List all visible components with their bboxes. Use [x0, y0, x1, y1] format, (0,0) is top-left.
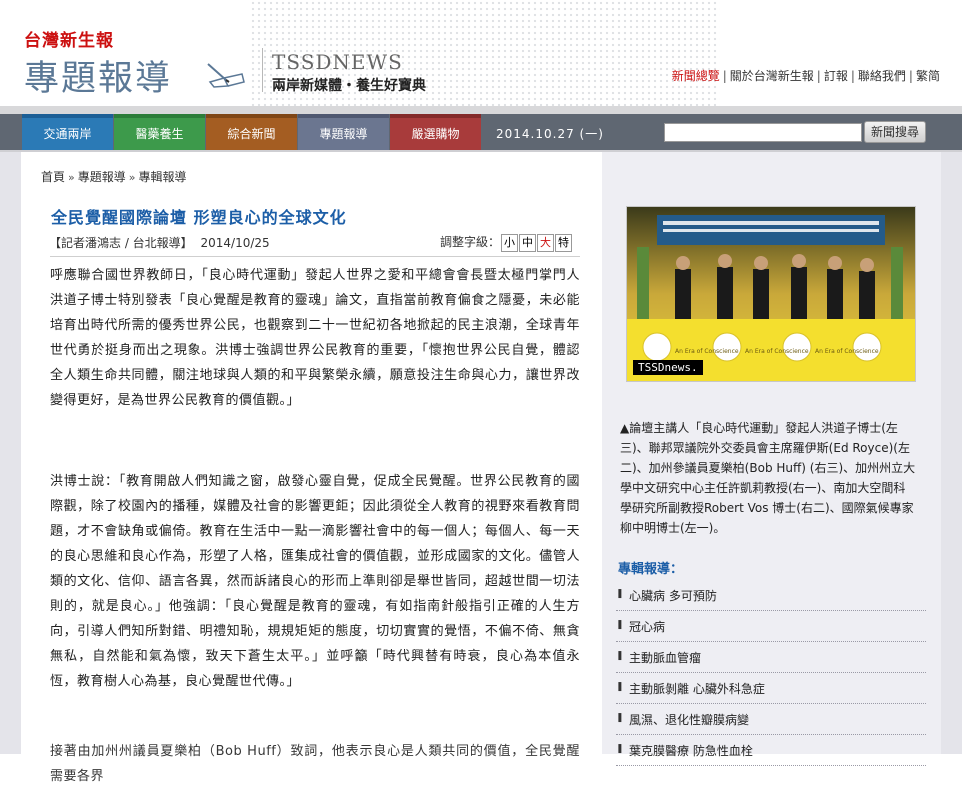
- top-link-simplified[interactable]: 简: [928, 69, 940, 83]
- related-item[interactable]: ❚ 主動脈血管瘤: [616, 642, 926, 673]
- top-link-traditional[interactable]: 繁: [916, 69, 928, 83]
- photo-banner-text: An Era of Conscience: [675, 348, 739, 355]
- bullet-icon: ❚: [616, 682, 624, 692]
- tab-traffic[interactable]: 交通兩岸: [22, 114, 113, 150]
- bullet-icon: ❚: [616, 651, 624, 661]
- related-item[interactable]: ❚ 心臟病 多可預防: [616, 580, 926, 611]
- bullet-icon: ❚: [616, 620, 624, 630]
- photo-caption: ▲論壇主講人「良心時代運動」發起人洪道子博士(左三)、聯邦眾議院外交委員會主席羅…: [620, 421, 916, 535]
- photo-banner-text: An Era of Conscience: [815, 348, 879, 355]
- related-title: 專輯報導：: [618, 562, 684, 577]
- breadcrumb-special-report[interactable]: 專題報導: [78, 170, 126, 184]
- breadcrumb-home[interactable]: 首頁: [41, 170, 65, 184]
- font-size-small[interactable]: 小: [501, 234, 519, 252]
- related-item[interactable]: ❚ 主動脈剝離 心臟外科急症: [616, 673, 926, 704]
- font-size-xlarge[interactable]: 特: [555, 234, 573, 252]
- article-byline: 【記者潘鴻志 / 台北報導】 2014/10/25: [49, 234, 270, 251]
- forum-stage-image: An Era of Conscience An Era of Conscienc…: [627, 207, 915, 381]
- article-column: 首頁» 專題報導» 專輯報導 全民覺醒國際論壇 形塑良心的全球文化 【記者潘鴻志 /…: [21, 152, 602, 784]
- top-link-about[interactable]: 關於台灣新生報: [730, 69, 814, 83]
- search-input[interactable]: [664, 123, 862, 142]
- tab-special-report[interactable]: 專題報導: [298, 114, 389, 150]
- article-paragraph: 洪博士說：「教育開啟人們知識之窗，啟發心靈自覺，促成全民覺醒。世界公民教育的國際…: [50, 474, 580, 689]
- tab-general-news[interactable]: 綜合新聞: [206, 114, 297, 150]
- related-list: ❚ 心臟病 多可預防 ❚ 冠心病 ❚ 主動脈血管瘤 ❚ 主動脈剝離 心臟外科急症 ❚ 風濕…: [616, 580, 926, 766]
- logo-divider: [262, 48, 263, 92]
- bullet-icon: ❚: [616, 589, 624, 599]
- top-link-subscribe[interactable]: 訂報: [824, 69, 848, 83]
- search-button[interactable]: 新聞搜尋: [864, 121, 926, 143]
- site-header: 台灣新生報 專題報導 TSSDNEWS 兩岸新媒體・養生好寶典 新聞總覽 | 關於台…: [0, 0, 962, 106]
- left-gutter: [0, 152, 21, 754]
- top-link-news-overview[interactable]: 新聞總覽: [672, 69, 720, 83]
- article-paragraph: 接著由加州州議員夏樂柏（Bob Huff）致詞，他表示良心是人類共同的價值，全民…: [50, 744, 580, 784]
- tab-shopping[interactable]: 嚴選購物: [390, 114, 481, 150]
- bullet-icon: ❚: [616, 713, 624, 723]
- breadcrumb-album[interactable]: 專輯報導: [139, 170, 187, 184]
- byline-reporter: 【記者潘鴻志 / 台北報導】: [49, 236, 193, 250]
- article-title: 全民覺醒國際論壇 形塑良心的全球文化: [51, 208, 347, 227]
- right-gutter: [941, 152, 962, 754]
- section-logo[interactable]: 專題報導: [24, 50, 172, 101]
- breadcrumb: 首頁» 專題報導» 專輯報導: [41, 170, 187, 184]
- pen-book-icon: [207, 63, 245, 88]
- tssdnews-title: TSSDNEWS: [272, 50, 403, 74]
- font-size-label: 調整字級：: [440, 235, 501, 249]
- font-size-control: 調整字級：小中大特: [440, 233, 573, 252]
- bullet-icon: ❚: [616, 744, 624, 754]
- nav-top-strip: [0, 106, 962, 114]
- font-size-large[interactable]: 大: [537, 234, 555, 252]
- related-item[interactable]: ❚ 風濕、退化性瓣膜病變: [616, 704, 926, 735]
- photo-banner-text: An Era of Conscience: [745, 348, 809, 355]
- main-nav: 交通兩岸 醫藥養生 綜合新聞 專題報導 嚴選購物 2014.10.27 (一) …: [0, 114, 962, 150]
- photo-watermark: TSSDnews.: [633, 360, 703, 375]
- related-item[interactable]: ❚ 葉克膜醫療 防急性血栓: [616, 735, 926, 766]
- article-photo[interactable]: An Era of Conscience An Era of Conscienc…: [626, 206, 916, 382]
- current-date: 2014.10.27 (一): [496, 127, 604, 141]
- top-links: 新聞總覽 | 關於台灣新生報 | 訂報 | 聯絡我們 | 繁简: [671, 69, 940, 83]
- article-divider: [50, 256, 580, 257]
- byline-date: 2014/10/25: [200, 236, 270, 250]
- tssdnews-slogan: 兩岸新媒體・養生好寶典: [272, 78, 426, 94]
- related-item[interactable]: ❚ 冠心病: [616, 611, 926, 642]
- top-link-contact[interactable]: 聯絡我們: [858, 69, 906, 83]
- newspaper-logo[interactable]: 台灣新生報: [24, 26, 114, 51]
- font-size-medium[interactable]: 中: [519, 234, 537, 252]
- article-paragraph: 呼應聯合國世界教師日，「良心時代運動」發起人世界之愛和平總會會長暨太極門掌門人洪…: [50, 268, 580, 408]
- sidebar: An Era of Conscience An Era of Conscienc…: [602, 152, 941, 766]
- tab-health[interactable]: 醫藥養生: [114, 114, 205, 150]
